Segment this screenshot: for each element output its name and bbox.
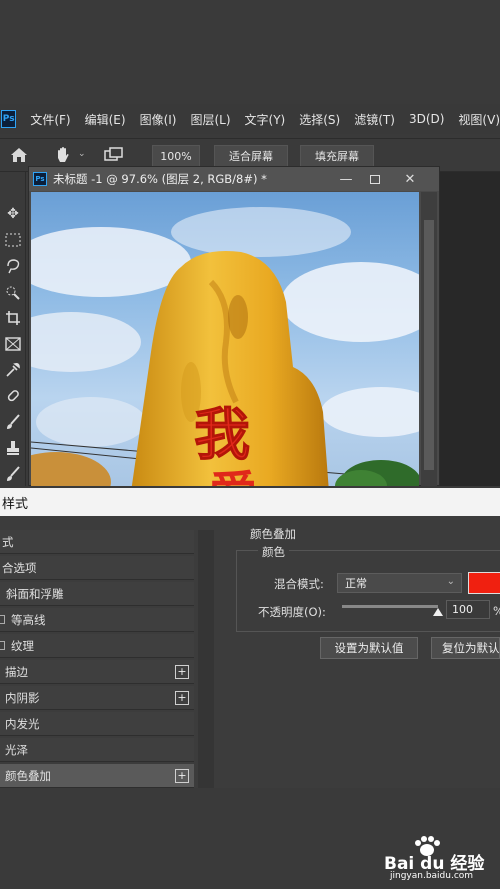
- arrange-windows-icon[interactable]: [104, 147, 124, 164]
- opacity-unit: %: [493, 604, 500, 618]
- dialog-title: 样式: [2, 496, 29, 512]
- menu-image[interactable]: 图像(I): [140, 111, 177, 128]
- style-color-overlay[interactable]: 颜色叠加 +: [0, 764, 194, 788]
- add-color-overlay-icon[interactable]: +: [175, 769, 189, 783]
- section-title: 颜色叠加: [250, 527, 296, 541]
- zoom-100-button[interactable]: 100%: [152, 145, 200, 167]
- dialog-title-bar: 样式: [0, 488, 500, 516]
- style-label: 内发光: [5, 716, 40, 731]
- minimize-icon[interactable]: —: [335, 169, 357, 189]
- style-label: 等高线: [11, 612, 46, 627]
- contour-checkbox[interactable]: [0, 615, 5, 624]
- list-scroll-gutter: [198, 530, 214, 788]
- blend-mode-select[interactable]: 正常 ⌄: [337, 573, 462, 593]
- baidu-jingyan-watermark: Bai du 经验 jingyan.baidu.com: [384, 835, 496, 885]
- home-icon[interactable]: [10, 147, 28, 163]
- style-label: 光泽: [5, 742, 28, 757]
- crop-tool-icon[interactable]: [3, 308, 23, 328]
- menu-file[interactable]: 文件(F): [30, 111, 70, 128]
- style-label: 描边: [5, 664, 28, 679]
- menu-type[interactable]: 文字(Y): [245, 111, 286, 128]
- document-tab[interactable]: Ps 未标题 -1 @ 97.6% (图层 2, RGB/8#) * — ✕: [29, 167, 439, 191]
- brush-tool-icon[interactable]: [3, 412, 23, 432]
- healing-brush-tool-icon[interactable]: [3, 386, 23, 406]
- style-label: 纹理: [11, 638, 34, 653]
- menu-select[interactable]: 选择(S): [299, 111, 340, 128]
- chevron-down-icon[interactable]: ⌄: [78, 149, 86, 159]
- layer-style-dialog: 式 合选项 斜面和浮雕 等高线 纹理 描边 + 内阴影 + 内发光 光泽 颜色叠…: [0, 516, 500, 788]
- photoshop-logo: Ps: [1, 110, 17, 128]
- subsection-title: 颜色: [258, 544, 289, 560]
- opacity-value: 100: [452, 603, 473, 616]
- stone-photo: 我 爱: [31, 207, 419, 486]
- canvas-red-character: 我: [194, 402, 250, 468]
- hand-tool-icon[interactable]: [54, 146, 72, 164]
- lasso-tool-icon[interactable]: [3, 256, 23, 276]
- fit-screen-button[interactable]: 适合屏幕: [214, 145, 288, 167]
- history-brush-tool-icon[interactable]: [3, 464, 23, 484]
- style-list-header[interactable]: 式: [0, 530, 194, 554]
- opacity-slider[interactable]: [342, 605, 438, 608]
- document-title: 未标题 -1 @ 97.6% (图层 2, RGB/8#) *: [53, 172, 267, 186]
- tools-panel: ✥: [0, 172, 26, 486]
- add-stroke-icon[interactable]: +: [175, 665, 189, 679]
- overlay-color-swatch[interactable]: [468, 572, 500, 594]
- fill-screen-button[interactable]: 填充屏幕: [300, 145, 374, 167]
- style-blending-options[interactable]: 合选项: [0, 556, 194, 580]
- reset-default-button[interactable]: 复位为默认值: [431, 637, 500, 659]
- workspace-background: [440, 172, 500, 486]
- quick-select-tool-icon[interactable]: [3, 282, 23, 302]
- blend-mode-value: 正常: [345, 577, 367, 590]
- frame-tool-icon[interactable]: [3, 334, 23, 354]
- style-label: 合选项: [2, 560, 37, 575]
- scrollbar-thumb[interactable]: [424, 220, 434, 470]
- menu-view[interactable]: 视图(V): [458, 111, 500, 128]
- watermark-url: jingyan.baidu.com: [390, 871, 474, 881]
- canvas-red-character-partial: 爱: [209, 466, 257, 486]
- add-inner-shadow-icon[interactable]: +: [175, 691, 189, 705]
- clone-stamp-tool-icon[interactable]: [3, 438, 23, 458]
- document-ps-icon: Ps: [33, 172, 47, 186]
- menu-filter[interactable]: 滤镜(T): [354, 111, 395, 128]
- style-stroke[interactable]: 描边 +: [0, 660, 194, 684]
- eyedropper-tool-icon[interactable]: [3, 360, 23, 380]
- image-canvas[interactable]: 我 爱: [31, 192, 419, 486]
- vertical-scrollbar[interactable]: [421, 192, 437, 486]
- document-window: Ps 未标题 -1 @ 97.6% (图层 2, RGB/8#) * — ✕ 我: [28, 166, 440, 486]
- style-inner-glow[interactable]: 内发光: [0, 712, 194, 736]
- style-texture[interactable]: 纹理: [0, 634, 194, 658]
- style-contour[interactable]: 等高线: [0, 608, 194, 632]
- menu-layer[interactable]: 图层(L): [190, 111, 230, 128]
- maximize-icon[interactable]: [364, 169, 386, 189]
- style-bevel-emboss[interactable]: 斜面和浮雕: [0, 582, 194, 606]
- move-tool-icon[interactable]: ✥: [3, 204, 23, 224]
- texture-checkbox[interactable]: [0, 641, 5, 650]
- menu-3d[interactable]: 3D(D): [409, 112, 444, 126]
- opacity-input[interactable]: 100: [446, 600, 490, 619]
- style-label: 式: [2, 534, 14, 549]
- blend-mode-label: 混合模式:: [274, 577, 324, 591]
- style-label: 颜色叠加: [5, 768, 51, 783]
- style-satin[interactable]: 光泽: [0, 738, 194, 762]
- style-inner-shadow[interactable]: 内阴影 +: [0, 686, 194, 710]
- menu-edit[interactable]: 编辑(E): [85, 111, 126, 128]
- style-label: 内阴影: [5, 690, 40, 705]
- marquee-tool-icon[interactable]: [3, 230, 23, 250]
- chevron-down-icon: ⌄: [446, 576, 455, 587]
- opacity-label: 不透明度(O):: [258, 605, 326, 619]
- close-icon[interactable]: ✕: [399, 169, 421, 189]
- menu-bar: Ps 文件(F) 编辑(E) 图像(I) 图层(L) 文字(Y) 选择(S) 滤…: [0, 104, 500, 134]
- set-default-button[interactable]: 设置为默认值: [320, 637, 418, 659]
- opacity-slider-knob[interactable]: [433, 608, 443, 616]
- style-label: 斜面和浮雕: [6, 586, 64, 601]
